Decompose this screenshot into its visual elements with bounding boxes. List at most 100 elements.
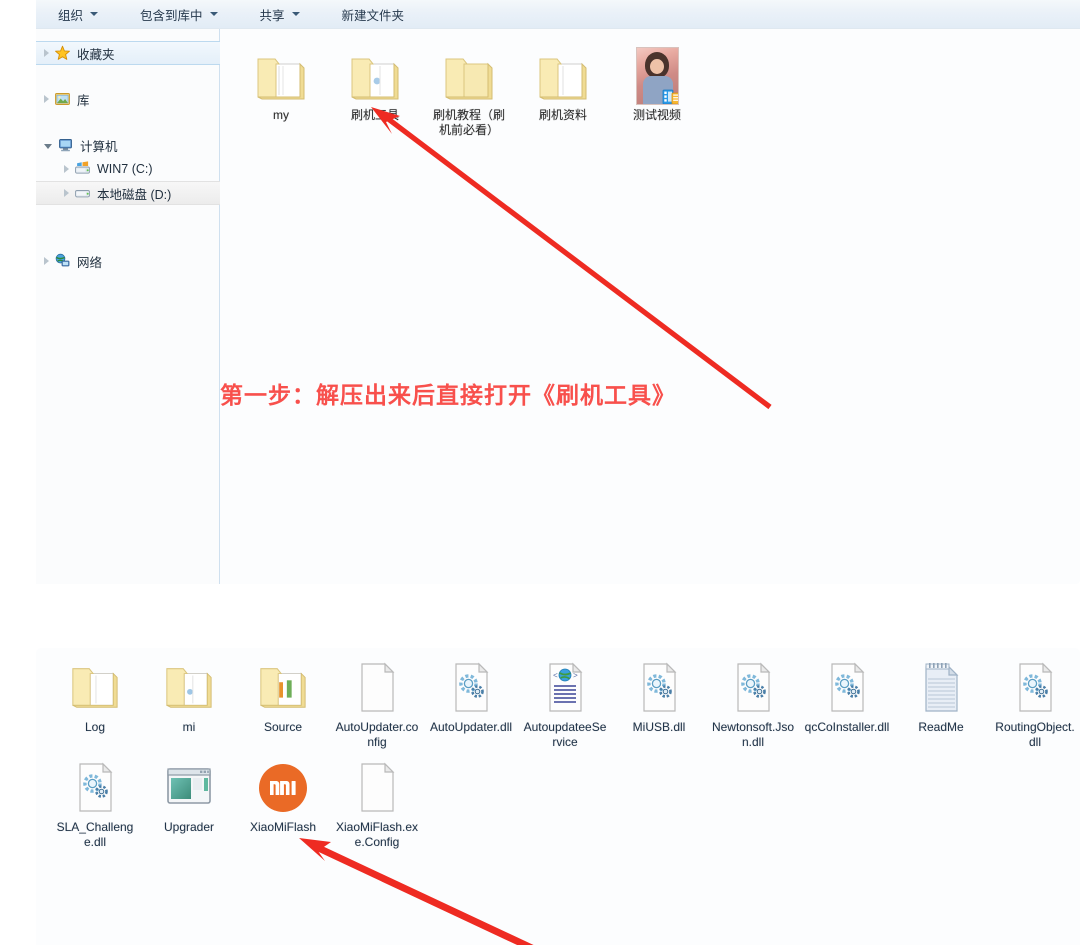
toolbar-button-include-in-library[interactable]: 包含到库中 bbox=[130, 2, 228, 27]
toolbar-button-new-folder[interactable]: 新建文件夹 bbox=[332, 2, 415, 27]
file-name-label: Newtonsoft.Json.dll bbox=[711, 720, 795, 749]
file-name-label: ReadMe bbox=[918, 720, 964, 734]
file-content-pane: my 刷机工具 刷机教程（刷机前必看） 刷机资料 测试视频 第一步：解压出来后直… bbox=[220, 29, 1080, 584]
explorer-screenshot: 组织 包含到库中 共享 新建文件夹 收藏夹 库 计算机 WIN7 (C:) 本地… bbox=[0, 0, 1080, 945]
file-name-label: MiUSB.dll bbox=[632, 720, 686, 734]
toolbar-label: 组织 bbox=[58, 8, 84, 23]
dll-gears-icon bbox=[731, 658, 775, 718]
file-name-label: XiaoMiFlash.exe.Config bbox=[335, 820, 419, 849]
file-item-flash-tool[interactable]: 刷机工具 bbox=[328, 43, 422, 138]
sidebar-item-win7-c-drive[interactable]: WIN7 (C:) bbox=[36, 157, 219, 181]
chevron-right-icon[interactable] bbox=[44, 49, 49, 57]
file-name-label: 刷机工具 bbox=[350, 108, 399, 122]
chevron-down-icon bbox=[90, 12, 99, 16]
sidebar-item-local-disk-d[interactable]: 本地磁盘 (D:) bbox=[36, 181, 220, 205]
file-name-label: my bbox=[273, 108, 289, 122]
sidebar-item-label: 库 bbox=[77, 93, 90, 108]
file-name-label: XiaoMiFlash bbox=[249, 820, 317, 834]
file-item-newtonsoft-json-dll[interactable]: Newtonsoft.Json.dll bbox=[706, 658, 800, 750]
file-name-label: AutoupdateeService bbox=[523, 720, 607, 749]
navigation-pane: 收藏夹 库 计算机 WIN7 (C:) 本地磁盘 (D:) 网络 bbox=[36, 29, 220, 584]
file-name-label: 刷机资料 bbox=[538, 108, 587, 122]
toolbar-button-organize[interactable]: 组织 bbox=[48, 2, 108, 27]
folder-icon bbox=[346, 43, 404, 105]
sidebar-item-computer[interactable]: 计算机 bbox=[36, 133, 219, 157]
chevron-down-icon[interactable] bbox=[44, 144, 52, 149]
file-item-qccoinstaller-dll[interactable]: qcCoInstaller.dll bbox=[800, 658, 894, 750]
blank-document-icon bbox=[355, 658, 399, 718]
xiaomi-mi-logo-icon bbox=[257, 758, 309, 818]
video-thumbnail-icon bbox=[635, 43, 679, 105]
sidebar-item-label: WIN7 (C:) bbox=[97, 162, 153, 176]
folder-icon bbox=[440, 43, 498, 105]
sidebar-item-label: 收藏夹 bbox=[77, 47, 115, 62]
dll-gears-icon bbox=[825, 658, 869, 718]
folder-icon bbox=[252, 43, 310, 105]
file-item-source[interactable]: Source bbox=[236, 658, 330, 750]
toolbar-label: 包含到库中 bbox=[140, 8, 203, 23]
file-name-label: RoutingObject.dll bbox=[995, 720, 1075, 749]
folder-icon bbox=[161, 658, 217, 718]
sidebar-item-network[interactable]: 网络 bbox=[36, 249, 219, 273]
file-name-label: SLA_Challenge.dll bbox=[56, 820, 134, 849]
toolbar-label: 新建文件夹 bbox=[341, 8, 405, 23]
dll-gears-icon bbox=[449, 658, 493, 718]
chevron-down-icon bbox=[209, 12, 218, 16]
chevron-right-icon[interactable] bbox=[44, 95, 49, 103]
annotation-step-one-text: 第一步：解压出来后直接打开《刷机工具》 bbox=[220, 383, 676, 409]
folder-icon bbox=[255, 658, 311, 718]
sidebar-item-favorites[interactable]: 收藏夹 bbox=[36, 41, 220, 65]
file-item-autoupdate-service[interactable]: < > AutoupdateeService bbox=[518, 658, 612, 750]
explorer-panes: 收藏夹 库 计算机 WIN7 (C:) 本地磁盘 (D:) 网络 my 刷机工具… bbox=[36, 28, 1080, 584]
file-item-readme[interactable]: ReadMe bbox=[894, 658, 988, 750]
file-item-test-video[interactable]: 测试视频 bbox=[610, 43, 704, 138]
chevron-down-icon bbox=[291, 12, 300, 16]
explorer-window-bottom: Log mi Source AutoUpdater.config AutoUpd… bbox=[36, 648, 1080, 945]
explorer-window-top: 组织 包含到库中 共享 新建文件夹 收藏夹 库 计算机 WIN7 (C:) 本地… bbox=[36, 0, 1080, 584]
notepad-text-icon bbox=[919, 658, 963, 718]
sidebar-item-label: 计算机 bbox=[80, 139, 118, 154]
file-grid-top: my 刷机工具 刷机教程（刷机前必看） 刷机资料 测试视频 bbox=[234, 43, 1080, 138]
network-icon bbox=[54, 253, 71, 269]
file-item-xiaomiflash-exe-config[interactable]: XiaoMiFlash.exe.Config bbox=[330, 758, 424, 850]
chevron-right-icon[interactable] bbox=[64, 165, 69, 173]
toolbar-button-share[interactable]: 共享 bbox=[250, 2, 310, 27]
file-item-log[interactable]: Log bbox=[48, 658, 142, 750]
file-item-sla-challenge-dll[interactable]: SLA_Challenge.dll bbox=[48, 758, 142, 850]
xml-document-icon: < > bbox=[543, 658, 587, 718]
star-icon bbox=[54, 45, 71, 61]
windows-drive-icon bbox=[74, 161, 91, 177]
file-item-upgrader[interactable]: Upgrader bbox=[142, 758, 236, 850]
explorer-toolbar: 组织 包含到库中 共享 新建文件夹 bbox=[36, 0, 1080, 28]
file-item-autoupdater-config[interactable]: AutoUpdater.config bbox=[330, 658, 424, 750]
library-icon bbox=[54, 91, 71, 107]
file-item-routingobject-dll[interactable]: RoutingObject.dll bbox=[988, 658, 1080, 750]
file-item-flash-tutorial[interactable]: 刷机教程（刷机前必看） bbox=[422, 43, 516, 138]
file-name-label: AutoUpdater.config bbox=[335, 720, 419, 749]
svg-text:>: > bbox=[573, 672, 578, 681]
file-item-mi[interactable]: mi bbox=[142, 658, 236, 750]
hard-drive-icon bbox=[74, 185, 91, 201]
file-name-label: mi bbox=[182, 720, 196, 734]
dll-gears-icon bbox=[637, 658, 681, 718]
file-item-my[interactable]: my bbox=[234, 43, 328, 138]
folder-icon bbox=[67, 658, 123, 718]
file-item-flash-materials[interactable]: 刷机资料 bbox=[516, 43, 610, 138]
file-item-xiaomiflash[interactable]: XiaoMiFlash bbox=[236, 758, 330, 850]
toolbar-label: 共享 bbox=[259, 8, 285, 23]
file-name-label: Log bbox=[84, 720, 106, 734]
chevron-right-icon[interactable] bbox=[44, 257, 49, 265]
chevron-right-icon[interactable] bbox=[64, 189, 69, 197]
file-name-label: Upgrader bbox=[163, 820, 215, 834]
file-item-miusb-dll[interactable]: MiUSB.dll bbox=[612, 658, 706, 750]
file-item-autoupdater-dll[interactable]: AutoUpdater.dll bbox=[424, 658, 518, 750]
sidebar-item-label: 本地磁盘 (D:) bbox=[97, 187, 172, 202]
folder-icon bbox=[534, 43, 592, 105]
application-window-icon bbox=[164, 758, 214, 818]
dll-gears-icon bbox=[1013, 658, 1057, 718]
svg-text:<: < bbox=[553, 672, 558, 681]
sidebar-item-libraries[interactable]: 库 bbox=[36, 87, 219, 111]
sidebar-item-label: 网络 bbox=[77, 255, 103, 270]
computer-icon bbox=[57, 137, 74, 153]
file-name-label: 刷机教程（刷机前必看） bbox=[432, 108, 505, 137]
